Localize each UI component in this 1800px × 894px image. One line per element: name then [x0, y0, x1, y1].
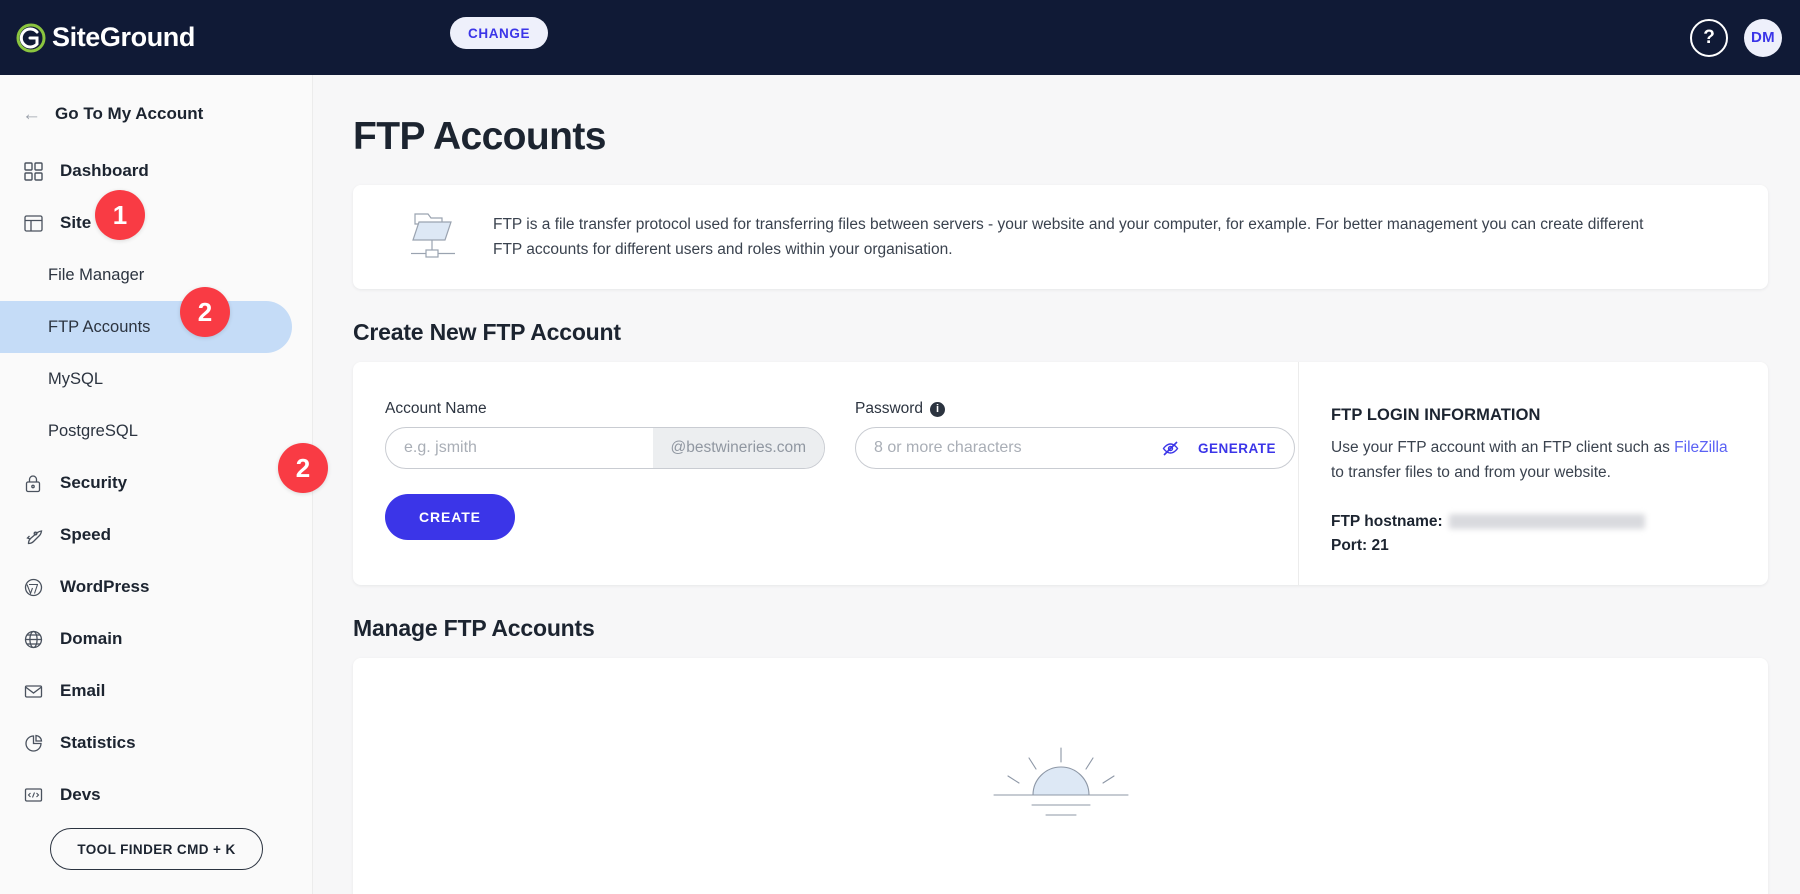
sidebar-item-label: PostgreSQL [48, 421, 138, 440]
sidebar-item-devs[interactable]: Devs [0, 769, 312, 821]
change-site-button[interactable]: CHANGE [450, 17, 549, 49]
brand-name: SiteGround [52, 22, 195, 52]
create-button[interactable]: CREATE [385, 494, 515, 540]
create-form: Account Name @bestwineries.com Password … [353, 362, 1298, 585]
ftp-hostname-value [1448, 514, 1645, 529]
login-desc-after: to transfer files to and from your websi… [1331, 463, 1611, 481]
sidebar-item-label: Domain [60, 629, 123, 648]
sidebar-item-site[interactable]: Site [0, 197, 312, 249]
manage-ftp-accounts-card [353, 658, 1768, 894]
generate-password-button[interactable]: GENERATE [1188, 441, 1294, 456]
top-bar: SiteGround CHANGE ? DM [0, 0, 1800, 75]
filezilla-link[interactable]: FileZilla [1674, 439, 1727, 456]
login-desc-before: Use your FTP account with an FTP client … [1331, 439, 1675, 456]
sidebar-item-label: Site [60, 213, 92, 232]
account-name-input[interactable] [386, 428, 653, 468]
sidebar-item-label: MySQL [48, 369, 104, 388]
ftp-hostname-label: FTP hostname: [1331, 512, 1443, 530]
sidebar-item-label: Email [60, 681, 106, 700]
password-input-shell[interactable]: GENERATE [855, 427, 1295, 469]
info-icon[interactable]: i [930, 401, 946, 417]
sidebar-item-label: Security [60, 473, 128, 492]
ftp-port-label: Port: 21 [1331, 536, 1389, 554]
annotation-badge-1: 1 [95, 190, 145, 240]
tool-finder-container: TOOL FINDER CMD + K [0, 828, 313, 870]
create-ftp-account-card: Account Name @bestwineries.com Password … [353, 362, 1768, 585]
sidebar-item-domain[interactable]: Domain [0, 613, 312, 665]
main-content: FTP Accounts FTP is a file transfer prot… [313, 75, 1800, 894]
sidebar-item-ftp-accounts[interactable]: FTP Accounts [0, 301, 292, 353]
sidebar-item-label: File Manager [48, 265, 145, 284]
rocket-icon [22, 524, 44, 546]
ftp-hostname-row: FTP hostname: [1331, 510, 1738, 534]
sidebar-item-label: Statistics [60, 733, 136, 752]
ftp-info-text: FTP is a file transfer protocol used for… [493, 215, 1644, 258]
account-name-input-shell[interactable]: @bestwineries.com [385, 427, 825, 469]
sunrise-horizon-icon [986, 738, 1136, 838]
sidebar-item-label: Dashboard [60, 161, 149, 180]
sidebar-item-wordpress[interactable]: WordPress [0, 561, 312, 613]
lock-icon [22, 472, 44, 494]
form-fields-row: Account Name @bestwineries.com Password … [385, 400, 1298, 469]
ftp-folder-network-icon [387, 208, 483, 266]
siteground-logo-icon [16, 23, 46, 53]
grid-icon [22, 160, 44, 182]
help-icon[interactable]: ? [1690, 18, 1728, 57]
code-icon [22, 784, 44, 806]
login-info-description: Use your FTP account with an FTP client … [1331, 436, 1738, 486]
go-to-my-account-label: Go To My Account [55, 104, 204, 123]
sidebar-item-statistics[interactable]: Statistics [0, 717, 312, 769]
go-to-my-account-link[interactable]: ← Go To My Account [0, 97, 312, 131]
layout-icon [22, 212, 44, 234]
sidebar-item-dashboard[interactable]: Dashboard [0, 145, 312, 197]
globe-icon [22, 628, 44, 650]
sidebar-item-security[interactable]: Security [0, 457, 312, 509]
sidebar-item-label: Devs [60, 785, 101, 804]
account-name-field: Account Name @bestwineries.com [385, 400, 825, 469]
ftp-info-card: FTP is a file transfer protocol used for… [353, 185, 1768, 289]
login-info-title: FTP LOGIN INFORMATION [1331, 406, 1541, 424]
eye-slash-icon[interactable] [1153, 439, 1188, 458]
sidebar-item-file-manager[interactable]: File Manager [0, 249, 312, 301]
avatar[interactable]: DM [1744, 18, 1782, 57]
sidebar-item-speed[interactable]: Speed [0, 509, 312, 561]
sidebar-item-label: FTP Accounts [48, 317, 151, 336]
domain-suffix-label: @bestwineries.com [652, 428, 824, 468]
sidebar-item-email[interactable]: Email [0, 665, 312, 717]
top-bar-actions: ? DM [1690, 0, 1782, 75]
password-label-text: Password [855, 400, 924, 417]
app-root: SiteGround CHANGE ? DM ← Go To My Accoun… [0, 0, 1800, 894]
sidebar-item-postgresql[interactable]: PostgreSQL [0, 405, 312, 457]
sidebar-nav: Dashboard Site File Manager FTP Accounts… [0, 145, 312, 821]
create-section-title: Create New FTP Account [353, 319, 621, 345]
password-input[interactable] [856, 428, 1153, 468]
manage-section-title: Manage FTP Accounts [353, 615, 595, 641]
sidebar: ← Go To My Account Dashboard Site File M… [0, 75, 313, 894]
wordpress-icon [22, 576, 44, 598]
ftp-login-information-panel: FTP LOGIN INFORMATION Use your FTP accou… [1298, 362, 1768, 585]
sidebar-item-mysql[interactable]: MySQL [0, 353, 312, 405]
annotation-badge-3: 2 [278, 443, 328, 493]
tool-finder-button[interactable]: TOOL FINDER CMD + K [50, 828, 263, 870]
pie-chart-icon [22, 732, 44, 754]
annotation-badge-2: 2 [180, 287, 230, 337]
sidebar-item-label: WordPress [60, 577, 150, 596]
account-name-label: Account Name [385, 400, 487, 417]
login-info-meta: FTP hostname: Port: 21 [1331, 510, 1738, 558]
page-title: FTP Accounts [353, 115, 606, 158]
envelope-icon [22, 680, 44, 702]
password-label: Password i [855, 400, 1295, 418]
password-field: Password i 8 or more characters GENERATE [855, 400, 1295, 469]
brand-logo[interactable]: SiteGround [16, 22, 195, 53]
sidebar-item-label: Speed [60, 525, 112, 544]
arrow-left-icon: ← [22, 103, 41, 125]
